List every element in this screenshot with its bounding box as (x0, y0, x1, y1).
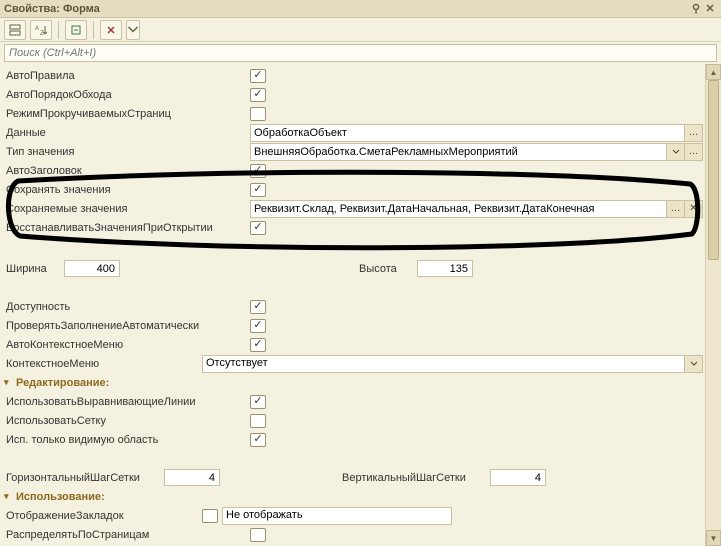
ellipsis-button[interactable]: … (666, 201, 684, 217)
prop-label: ИспользоватьВыравнивающиеЛинии (4, 396, 250, 408)
use-align-lines-checkbox[interactable] (250, 395, 266, 409)
data-input[interactable] (251, 125, 684, 141)
prop-label: ОтображениеЗакладок (4, 510, 202, 522)
sort-category-button[interactable] (4, 20, 26, 40)
window-title: Свойства: Форма (4, 3, 100, 15)
prop-label: ПроверятьЗаполнениеАвтоматически (4, 320, 250, 332)
value-type-field[interactable]: … (250, 143, 703, 161)
prop-label: РежимПрокручиваемыхСтраниц (4, 108, 250, 120)
pin-icon[interactable]: ⚲ (689, 2, 703, 16)
svg-text:А: А (35, 26, 39, 32)
search-input[interactable] (4, 44, 717, 62)
scroll-down-button[interactable]: ▼ (706, 530, 721, 546)
prop-label: Доступность (4, 301, 250, 313)
tab-display-select[interactable]: Не отображать (222, 507, 452, 525)
width-input[interactable] (64, 260, 120, 277)
saved-values-input[interactable] (251, 201, 666, 217)
toolbar: АZ (0, 18, 721, 42)
auto-title-checkbox[interactable] (250, 164, 266, 178)
scroll-up-button[interactable]: ▲ (706, 64, 721, 80)
prop-label: АвтоПорядокОбхода (4, 89, 250, 101)
prop-label: Тип значения (4, 146, 250, 158)
scroll-track[interactable] (706, 80, 721, 530)
prop-label: ВосстанавливатьЗначенияПриОткрытии (4, 222, 250, 234)
auto-bypass-order-checkbox[interactable] (250, 88, 266, 102)
prop-label: АвтоЗаголовок (4, 165, 250, 177)
prop-label: ИспользоватьСетку (4, 415, 250, 427)
prop-label: Ширина (4, 263, 64, 275)
section-editing[interactable]: Редактирование: (4, 373, 703, 392)
prop-label: АвтоПравила (4, 70, 250, 82)
dropdown-button[interactable] (666, 144, 684, 160)
scroll-thumb[interactable] (708, 80, 719, 260)
value-type-input[interactable] (251, 144, 666, 160)
prop-label: Сохранять значения (4, 184, 250, 196)
filter-button[interactable] (65, 20, 87, 40)
prop-label: РаспределятьПоСтраницам (4, 529, 250, 541)
auto-check-fill-checkbox[interactable] (250, 319, 266, 333)
prop-label: Сохраняемые значения (4, 203, 250, 215)
ctx-menu-value: Отсутствует (203, 356, 684, 372)
clear-dropdown-button[interactable] (126, 20, 140, 40)
ellipsis-button[interactable]: … (684, 144, 702, 160)
scroll-pages-mode-checkbox[interactable] (250, 107, 266, 121)
ellipsis-button[interactable]: … (684, 125, 702, 141)
prop-label: АвтоКонтекстноеМеню (4, 339, 250, 351)
prop-label: ВертикальныйШагСетки (340, 472, 490, 484)
titlebar: Свойства: Форма ⚲ ✕ (0, 0, 721, 18)
clear-field-button[interactable]: ✕ (684, 201, 702, 217)
prop-label: ГоризонтальныйШагСетки (4, 472, 164, 484)
availability-checkbox[interactable] (250, 300, 266, 314)
prop-label: Данные (4, 127, 250, 139)
prop-label: Высота (357, 263, 417, 275)
dropdown-button[interactable] (684, 356, 702, 372)
vertical-scrollbar[interactable]: ▲ ▼ (705, 64, 721, 546)
close-icon[interactable]: ✕ (703, 2, 717, 16)
prop-label: Исп. только видимую область (4, 434, 250, 446)
use-grid-checkbox[interactable] (250, 414, 266, 428)
data-field[interactable]: … (250, 124, 703, 142)
tab-display-checkbox[interactable] (202, 509, 218, 523)
distrib-by-pages-checkbox[interactable] (250, 528, 266, 542)
clear-button[interactable] (100, 20, 122, 40)
v-grid-step-input[interactable] (490, 469, 546, 486)
save-values-checkbox[interactable] (250, 183, 266, 197)
auto-rules-checkbox[interactable] (250, 69, 266, 83)
tab-display-value: Не отображать (223, 508, 451, 524)
prop-label: КонтекстноеМеню (4, 358, 202, 370)
auto-ctx-menu-checkbox[interactable] (250, 338, 266, 352)
ctx-menu-select[interactable]: Отсутствует (202, 355, 703, 373)
height-input[interactable] (417, 260, 473, 277)
section-usage[interactable]: Использование: (4, 487, 703, 506)
h-grid-step-input[interactable] (164, 469, 220, 486)
sort-alpha-button[interactable]: АZ (30, 20, 52, 40)
use-visible-only-checkbox[interactable] (250, 433, 266, 447)
restore-on-open-checkbox[interactable] (250, 221, 266, 235)
search-bar (0, 42, 721, 64)
saved-values-field[interactable]: … ✕ (250, 200, 703, 218)
